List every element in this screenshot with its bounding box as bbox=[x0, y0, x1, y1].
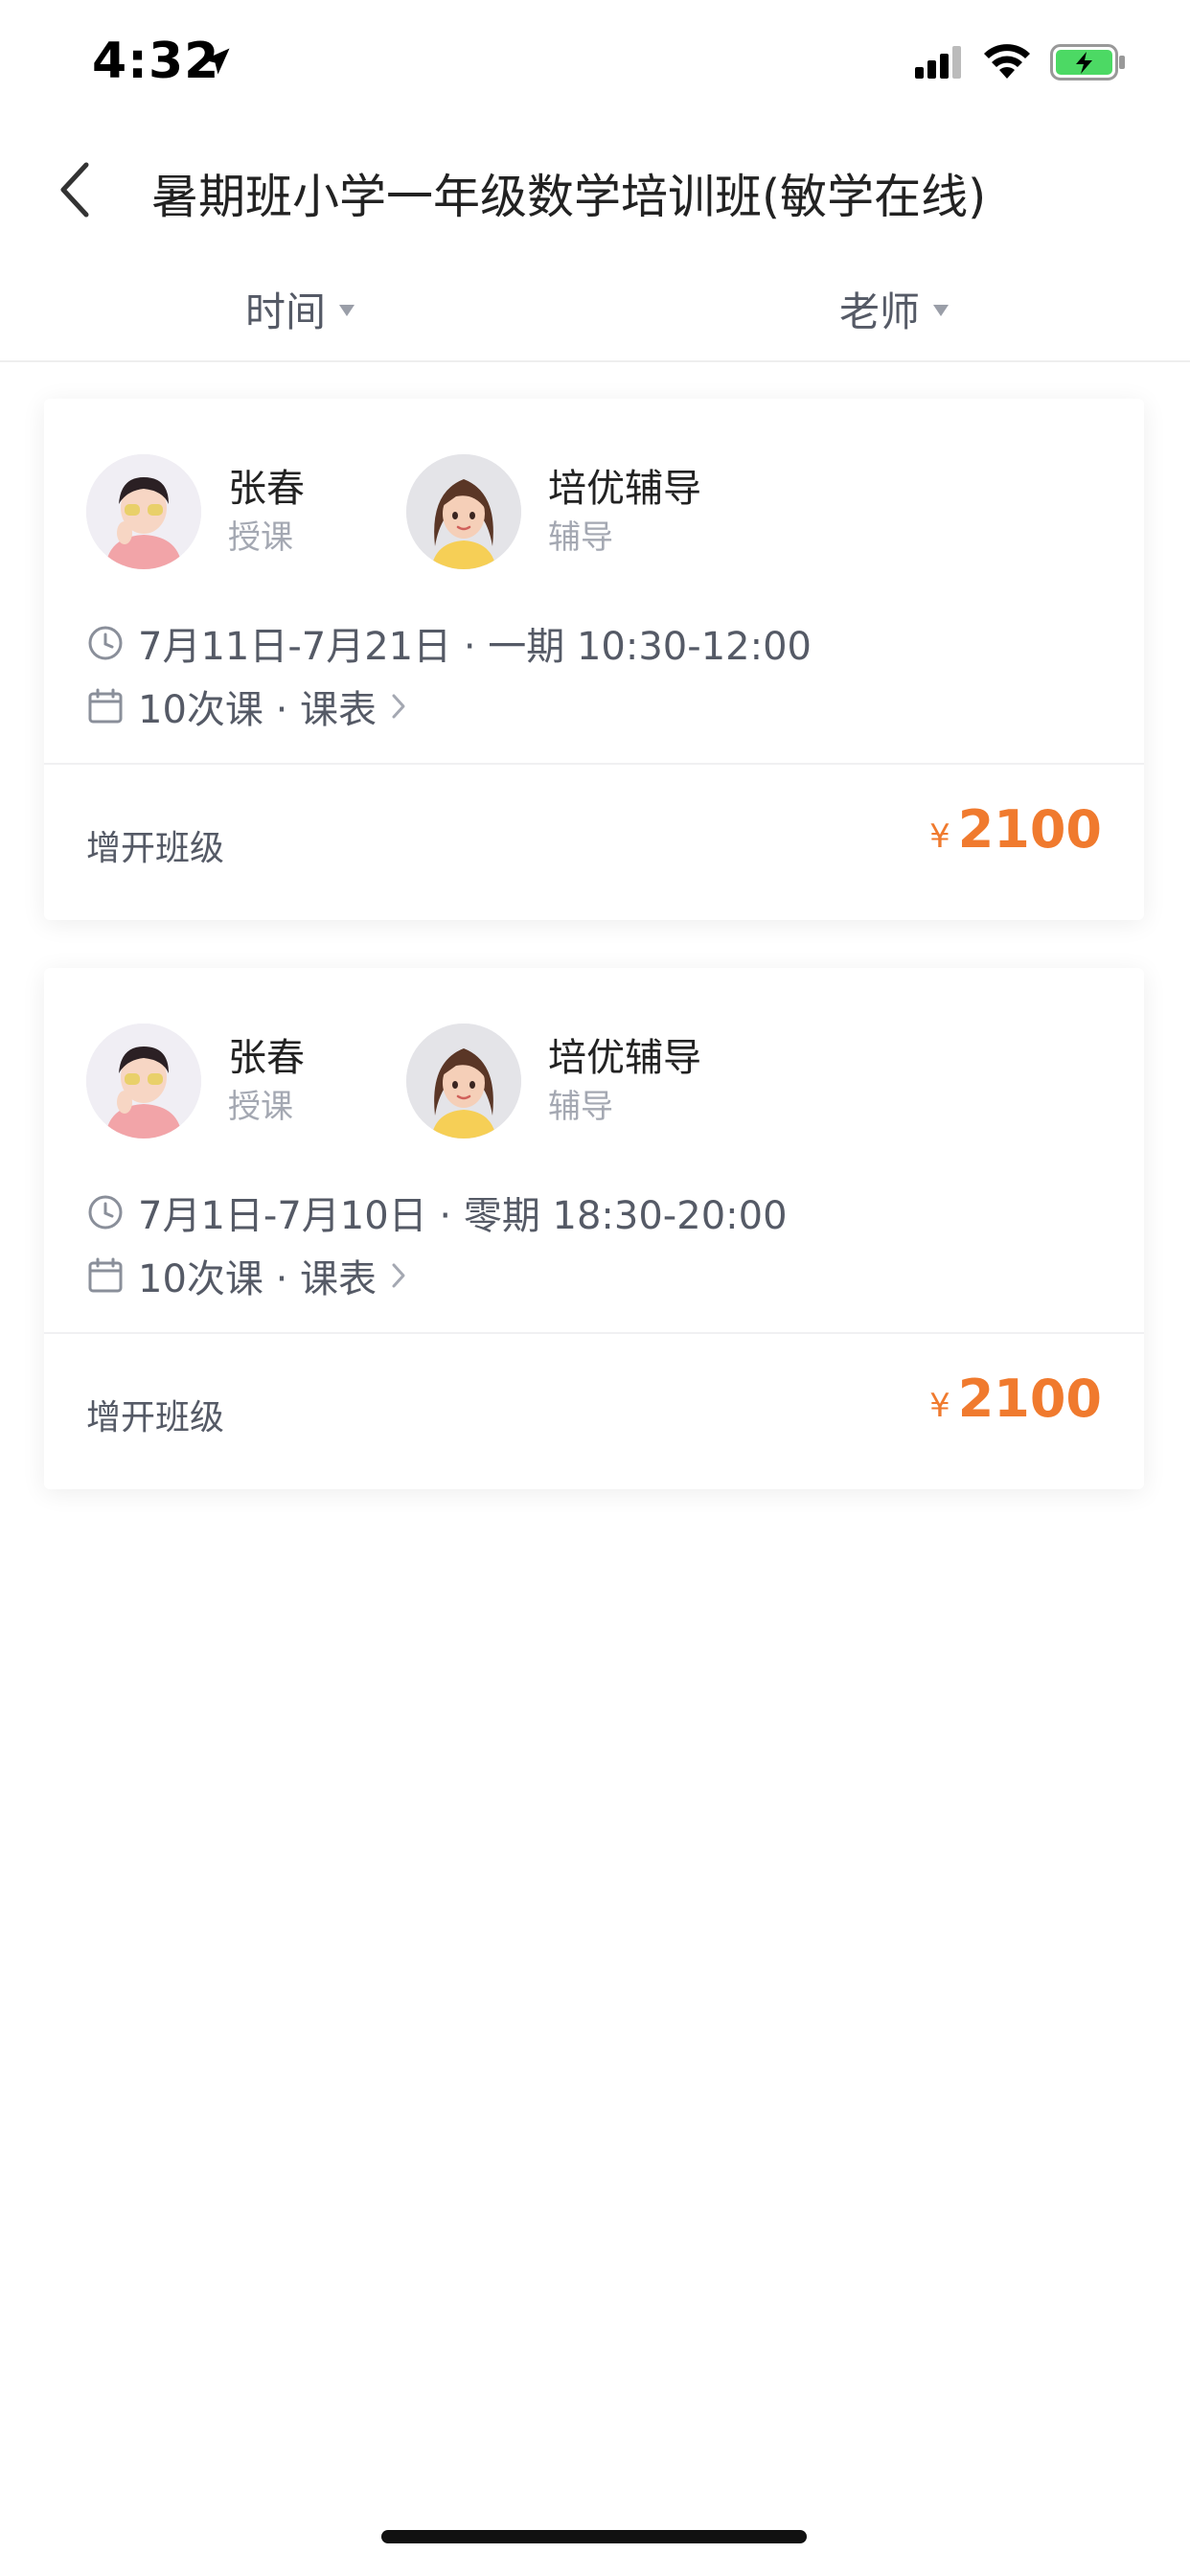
schedule-text: 7月11日-7月21日 · 一期 10:30-12:00 bbox=[138, 625, 812, 669]
lessons-row[interactable]: 10次课 · 课表 bbox=[86, 1248, 407, 1303]
calendar-icon bbox=[86, 687, 125, 725]
clock-icon bbox=[86, 624, 125, 662]
filter-label: 老师 bbox=[839, 288, 921, 335]
currency-symbol: ¥ bbox=[929, 817, 950, 856]
schedule-text: 7月1日-7月10日 · 零期 18:30-20:00 bbox=[138, 1194, 788, 1238]
price-value: 2100 bbox=[957, 1368, 1102, 1429]
filter-bar: 时间 老师 bbox=[0, 270, 1190, 362]
location-arrow-icon bbox=[199, 44, 234, 82]
nav-bar: 暑期班小学一年级数学培训班(敏学在线) bbox=[0, 125, 1190, 254]
back-button[interactable] bbox=[46, 153, 103, 230]
avatar bbox=[86, 454, 201, 569]
page-title: 暑期班小学一年级数学培训班(敏学在线) bbox=[151, 170, 987, 224]
teacher-name: 张春 bbox=[228, 1036, 305, 1080]
clock-icon bbox=[86, 1193, 125, 1231]
teacher-item[interactable]: 培优辅导 辅导 bbox=[406, 454, 701, 569]
avatar bbox=[406, 454, 521, 569]
currency-symbol: ¥ bbox=[929, 1387, 950, 1425]
lessons-row[interactable]: 10次课 · 课表 bbox=[86, 678, 407, 734]
teacher-role: 辅导 bbox=[548, 1088, 613, 1126]
teacher-role: 授课 bbox=[228, 1088, 293, 1126]
avatar bbox=[406, 1024, 521, 1138]
teacher-name: 培优辅导 bbox=[548, 1036, 701, 1080]
divider bbox=[44, 1332, 1144, 1334]
filter-time-dropdown[interactable]: 时间 bbox=[245, 270, 355, 347]
lessons-text: 10次课 · 课表 bbox=[138, 1257, 378, 1301]
teacher-role: 授课 bbox=[228, 518, 293, 557]
caret-down-icon bbox=[339, 305, 355, 316]
chevron-left-icon bbox=[57, 161, 92, 222]
teacher-item[interactable]: 张春 授课 bbox=[86, 1024, 305, 1138]
status-bar: 4:32 bbox=[0, 0, 1190, 125]
avatar bbox=[86, 1024, 201, 1138]
add-class-label[interactable]: 增开班级 bbox=[86, 1390, 224, 1439]
divider bbox=[44, 763, 1144, 765]
class-card[interactable]: 张春 授课 培优辅导 辅导 7月11日-7月21日 · 一期 10:30-12:… bbox=[44, 399, 1144, 920]
schedule-row: 7月11日-7月21日 · 一期 10:30-12:00 bbox=[86, 615, 812, 671]
price: ¥ 2100 bbox=[929, 799, 1102, 860]
calendar-icon bbox=[86, 1256, 125, 1295]
price-value: 2100 bbox=[957, 799, 1102, 860]
cellular-signal-icon bbox=[915, 46, 967, 82]
teacher-name: 培优辅导 bbox=[548, 467, 701, 511]
home-indicator[interactable] bbox=[381, 2530, 807, 2543]
filter-label: 时间 bbox=[245, 288, 327, 335]
price: ¥ 2100 bbox=[929, 1368, 1102, 1429]
teacher-name: 张春 bbox=[228, 467, 305, 511]
add-class-label[interactable]: 增开班级 bbox=[86, 820, 224, 870]
battery-charging-icon bbox=[1050, 44, 1127, 84]
chevron-right-icon bbox=[390, 692, 407, 721]
class-card[interactable]: 张春 授课 培优辅导 辅导 7月1日-7月10日 · 零期 18:30-20:0… bbox=[44, 968, 1144, 1489]
chevron-right-icon bbox=[390, 1261, 407, 1290]
filter-teacher-dropdown[interactable]: 老师 bbox=[839, 270, 950, 347]
schedule-row: 7月1日-7月10日 · 零期 18:30-20:00 bbox=[86, 1184, 788, 1240]
lessons-text: 10次课 · 课表 bbox=[138, 688, 378, 732]
teacher-item[interactable]: 张春 授课 bbox=[86, 454, 305, 569]
teacher-role: 辅导 bbox=[548, 518, 613, 557]
teacher-item[interactable]: 培优辅导 辅导 bbox=[406, 1024, 701, 1138]
caret-down-icon bbox=[933, 305, 950, 316]
wifi-icon bbox=[983, 42, 1031, 82]
